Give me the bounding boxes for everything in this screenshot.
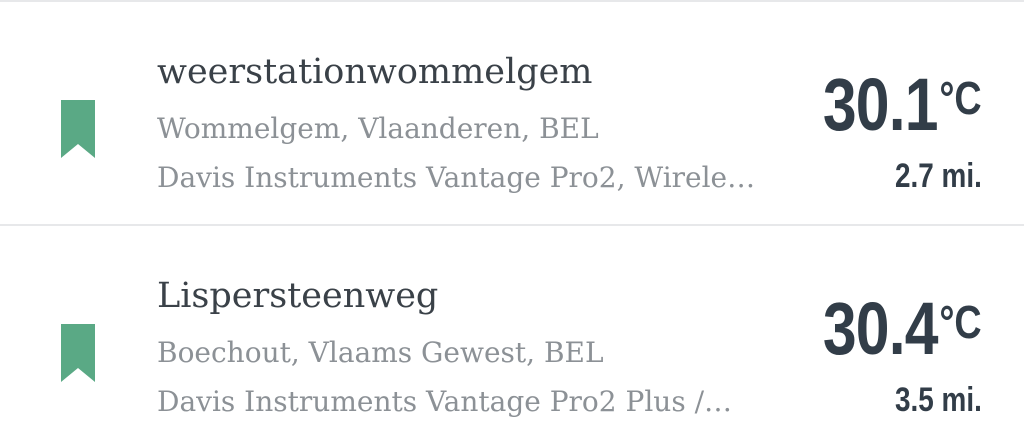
station-name: weerstationwommelgem — [157, 52, 593, 92]
temperature-value: 30.1 — [823, 63, 939, 146]
station-model: Davis Instruments Vantage Pro2, Wirele… — [157, 161, 756, 194]
station-temperature: 30.1°C — [823, 58, 982, 166]
station-location: Boechout, Vlaams Gewest, BEL — [157, 336, 604, 369]
station-row-lispersteenweg[interactable]: Lispersteenweg Boechout, Vlaams Gewest, … — [0, 226, 1024, 448]
station-location: Wommelgem, Vlaanderen, BEL — [157, 112, 599, 145]
station-row-weerstationwommelgem[interactable]: weerstationwommelgem Wommelgem, Vlaander… — [0, 2, 1024, 224]
bookmark-icon[interactable] — [61, 324, 95, 382]
station-name: Lispersteenweg — [157, 276, 439, 316]
station-distance: 2.7 mi. — [895, 157, 982, 195]
temperature-value: 30.4 — [823, 287, 939, 370]
station-temperature: 30.4°C — [823, 282, 982, 390]
temperature-unit: °C — [939, 72, 982, 124]
station-distance: 3.5 mi. — [895, 381, 982, 419]
station-model: Davis Instruments Vantage Pro2 Plus /… — [157, 385, 733, 418]
bookmark-icon[interactable] — [61, 100, 95, 158]
temperature-unit: °C — [939, 296, 982, 348]
